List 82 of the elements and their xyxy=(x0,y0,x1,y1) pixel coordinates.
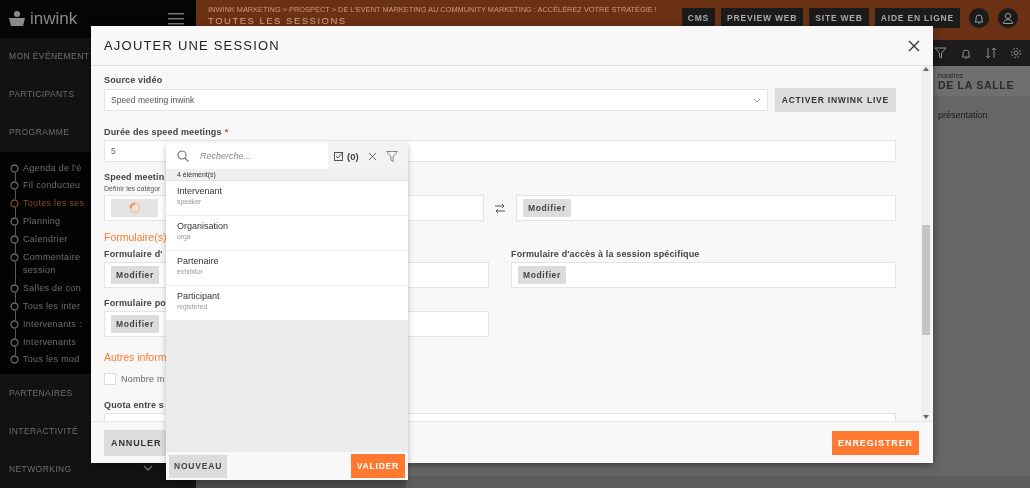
section-heading: Autres inform xyxy=(104,351,167,363)
sidebar-item[interactable]: Intervenants : xyxy=(23,317,82,332)
sort-icon[interactable] xyxy=(985,47,997,59)
panel-text: présentation xyxy=(938,110,988,120)
form-field[interactable]: Modifier xyxy=(511,262,896,288)
sidebar-item[interactable]: Commentaire session xyxy=(23,250,81,279)
clear-icon[interactable] xyxy=(367,151,377,161)
category-field[interactable]: Modifier xyxy=(516,195,896,221)
scroll-up-icon[interactable] xyxy=(923,66,929,73)
field-label: Formulaire d'accès à la session spécifique xyxy=(511,248,700,260)
field-label: Formulaire d' xyxy=(104,248,163,260)
bullet-icon xyxy=(10,302,19,311)
field-label: Quota entre s xyxy=(104,399,164,411)
selected-count: (0) xyxy=(347,150,359,162)
sidebar-item[interactable]: Calendrier xyxy=(23,232,68,247)
logo-text: inwink xyxy=(30,8,78,29)
new-button[interactable]: NOUVEAU xyxy=(169,454,228,478)
header-button[interactable]: CMS xyxy=(681,8,716,28)
header-button[interactable]: PREVIEW WEB xyxy=(721,8,804,28)
section-heading: Formulaire(s) xyxy=(104,231,167,243)
bullet-icon xyxy=(10,217,19,227)
bullet-icon xyxy=(10,319,19,329)
edit-button[interactable]: Modifier xyxy=(518,266,566,284)
sidebar-item[interactable]: Planning xyxy=(23,215,61,229)
sidebar-section[interactable]: MON ÉVÉNEMENT xyxy=(9,51,90,62)
bullet-icon xyxy=(10,252,19,262)
sidebar-item[interactable]: Fil conducteu xyxy=(23,179,81,194)
bullet-icon xyxy=(10,199,19,209)
sidebar-section[interactable]: NETWORKING xyxy=(9,463,72,474)
scroll-down-icon[interactable] xyxy=(923,414,929,421)
item-name: Intervenant xyxy=(177,186,224,196)
scrollbar[interactable] xyxy=(196,476,1030,488)
sidebar-item[interactable]: Intervenants xyxy=(23,335,77,350)
select-field[interactable]: Speed meeting inwink xyxy=(104,89,768,111)
edit-button[interactable]: Modifier xyxy=(523,199,571,217)
field-label: Speed meetin xyxy=(104,171,165,183)
settings-icon[interactable] xyxy=(1010,47,1022,59)
sidebar-section[interactable]: INTERACTIVITÉ xyxy=(9,425,78,436)
checkbox[interactable] xyxy=(104,373,116,385)
sidebar-section[interactable]: PROGRAMME xyxy=(9,127,70,138)
dialog-title: AJOUTER UNE SESSION xyxy=(104,38,281,53)
sidebar-item[interactable]: Tous les mod xyxy=(23,353,80,368)
filter-icon[interactable] xyxy=(385,150,398,162)
bullet-icon xyxy=(10,355,19,365)
edit-button[interactable]: Modifier xyxy=(111,315,159,333)
sidebar-item[interactable]: Salles de con xyxy=(23,282,81,296)
edit-button[interactable]: Modifier xyxy=(111,266,159,284)
activate-live-button[interactable]: ACTIVER INWINK LIVE xyxy=(774,88,896,112)
chevron-icon xyxy=(752,97,761,103)
field-label: Source vidéo xyxy=(104,74,163,86)
field-label: Durée des speed meetings * xyxy=(104,126,229,138)
bullet-icon xyxy=(10,163,19,173)
panel-title: DE LA SALLE xyxy=(938,78,1016,91)
user-icon[interactable] xyxy=(998,8,1018,28)
sidebar-item[interactable]: Tous les inter xyxy=(23,300,81,314)
header-button[interactable]: SITE WEB xyxy=(809,8,869,28)
scrollbar[interactable] xyxy=(921,66,931,421)
logo-icon xyxy=(8,10,26,28)
field-label: Formulaire po xyxy=(104,297,166,309)
checkbox-icon[interactable] xyxy=(334,151,344,161)
bell-icon[interactable] xyxy=(960,47,972,59)
sidebar-item[interactable]: Agenda de l'é xyxy=(23,161,82,176)
search-field[interactable]: Recherche... xyxy=(200,151,320,161)
close-icon[interactable] xyxy=(908,39,920,52)
cancel-button[interactable]: ANNULER xyxy=(104,429,169,456)
bullet-icon xyxy=(10,284,19,294)
swap-icon[interactable] xyxy=(494,202,506,214)
bullet-icon xyxy=(10,234,19,244)
bullet-icon xyxy=(10,337,19,347)
bell-icon[interactable] xyxy=(969,8,989,28)
sidebar-section[interactable]: PARTICIPANTS xyxy=(9,89,75,100)
sidebar-section[interactable]: PARTENAIRES xyxy=(9,387,73,398)
page-title: TOUTES LES SESSIONS xyxy=(208,15,347,26)
menu-icon[interactable] xyxy=(168,12,184,25)
item-name: Participant xyxy=(177,291,221,301)
item-name: Partenaire xyxy=(177,256,220,266)
filter-icon[interactable] xyxy=(934,47,947,59)
search-icon xyxy=(177,150,189,162)
checkbox-label: Nombre m xyxy=(121,374,165,384)
bullet-icon xyxy=(10,181,19,191)
item-name: Organisation xyxy=(177,221,230,231)
header-button[interactable]: AIDE EN LIGNE xyxy=(874,8,960,28)
